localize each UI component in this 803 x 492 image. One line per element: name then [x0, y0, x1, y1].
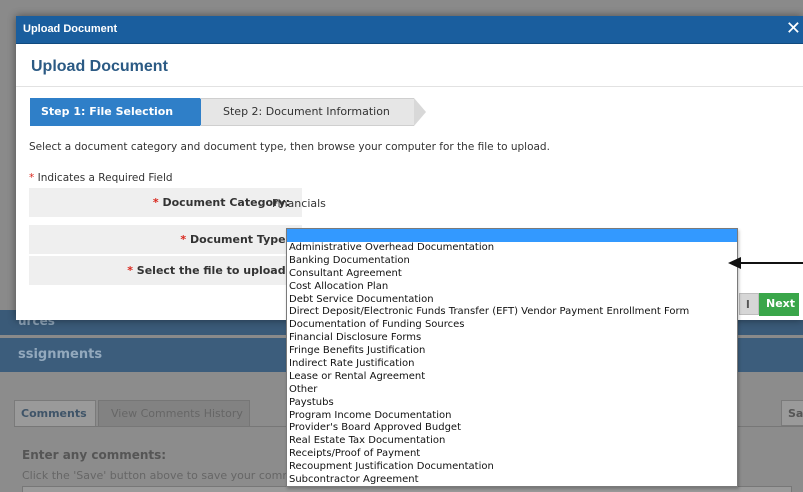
previous-button[interactable]: l — [739, 293, 759, 315]
document-category-label-text: Document Category: — [162, 196, 290, 209]
document-category-value: Financials — [272, 197, 326, 210]
required-star: * — [29, 172, 35, 184]
document-category-row: * Document Category: — [29, 188, 302, 217]
dropdown-option[interactable]: Consultant Agreement — [289, 268, 689, 281]
step-file-selection[interactable]: Step 1: File Selection — [30, 98, 200, 126]
document-type-label: * Document Type: — [180, 233, 290, 246]
document-type-row: * Document Type: — [29, 225, 302, 254]
close-icon[interactable]: ✕ — [786, 17, 801, 41]
dropdown-option[interactable]: Indirect Rate Justification — [289, 358, 689, 371]
heading-divider — [16, 86, 803, 87]
dropdown-option[interactable]: Real Estate Tax Documentation — [289, 435, 689, 448]
tab-comments[interactable]: Comments — [14, 400, 96, 426]
step-document-information-arrow — [414, 98, 426, 126]
required-field-note: * Indicates a Required Field — [29, 172, 173, 184]
required-star: * — [127, 264, 133, 277]
document-type-label-text: Document Type: — [190, 233, 290, 246]
dropdown-option[interactable]: Paystubs — [289, 397, 689, 410]
dropdown-option[interactable]: Debt Service Documentation — [289, 294, 689, 307]
tab-view-comments-history[interactable]: View Comments History — [98, 400, 250, 426]
dropdown-option[interactable]: Other — [289, 384, 689, 397]
modal-titlebar: Upload Document ✕ — [16, 16, 803, 44]
file-upload-row: * Select the file to upload: — [29, 256, 302, 285]
next-button[interactable]: Next — [759, 293, 799, 316]
dropdown-option[interactable]: Administrative Overhead Documentation — [289, 242, 689, 255]
dropdown-option[interactable]: Program Income Documentation — [289, 410, 689, 423]
step-wizard: Step 1: File Selection Step 2: Document … — [30, 98, 430, 126]
page-title: Upload Document — [31, 58, 168, 75]
dropdown-option[interactable]: Financial Disclosure Forms — [289, 332, 689, 345]
save-button[interactable]: Sa — [781, 400, 803, 426]
document-category-label: * Document Category: — [153, 196, 290, 209]
modal-titlebar-text: Upload Document — [23, 23, 118, 35]
required-star: * — [152, 196, 159, 209]
annotation-arrow-icon — [728, 257, 741, 269]
dropdown-option[interactable]: Provider's Board Approved Budget — [289, 422, 689, 435]
required-note-text: Indicates a Required Field — [37, 172, 173, 184]
comments-label: Enter any comments: — [22, 448, 167, 462]
step-document-information[interactable]: Step 2: Document Information — [201, 98, 414, 126]
dropdown-option[interactable]: Fringe Benefits Justification — [289, 345, 689, 358]
file-upload-label-text: Select the file to upload: — [136, 264, 290, 277]
document-type-dropdown[interactable]: Administrative Overhead Documentation Ba… — [286, 228, 738, 487]
dropdown-option[interactable]: Recoupment Justification Documentation — [289, 461, 689, 474]
annotation-arrow-line — [740, 262, 803, 264]
dropdown-option[interactable]: Direct Deposit/Electronic Funds Transfer… — [289, 306, 689, 319]
comments-hint: Click the 'Save' button above to save yo… — [22, 469, 294, 482]
dropdown-option[interactable]: Cost Allocation Plan — [289, 281, 689, 294]
dropdown-options-list: Administrative Overhead Documentation Ba… — [289, 242, 689, 487]
instructions-text: Select a document category and document … — [29, 141, 550, 153]
required-star: * — [180, 233, 187, 246]
dropdown-option[interactable]: Subcontractor Agreement — [289, 474, 689, 487]
dropdown-option[interactable]: Banking Documentation — [289, 255, 689, 268]
dropdown-option[interactable]: Documentation of Funding Sources — [289, 319, 689, 332]
section-bar-assignments-label: ssignments — [18, 347, 103, 362]
file-upload-label: * Select the file to upload: — [127, 264, 290, 277]
dropdown-option[interactable]: Receipts/Proof of Payment — [289, 448, 689, 461]
dropdown-option[interactable]: Lease or Rental Agreement — [289, 371, 689, 384]
dropdown-highlighted-option[interactable] — [287, 229, 737, 242]
